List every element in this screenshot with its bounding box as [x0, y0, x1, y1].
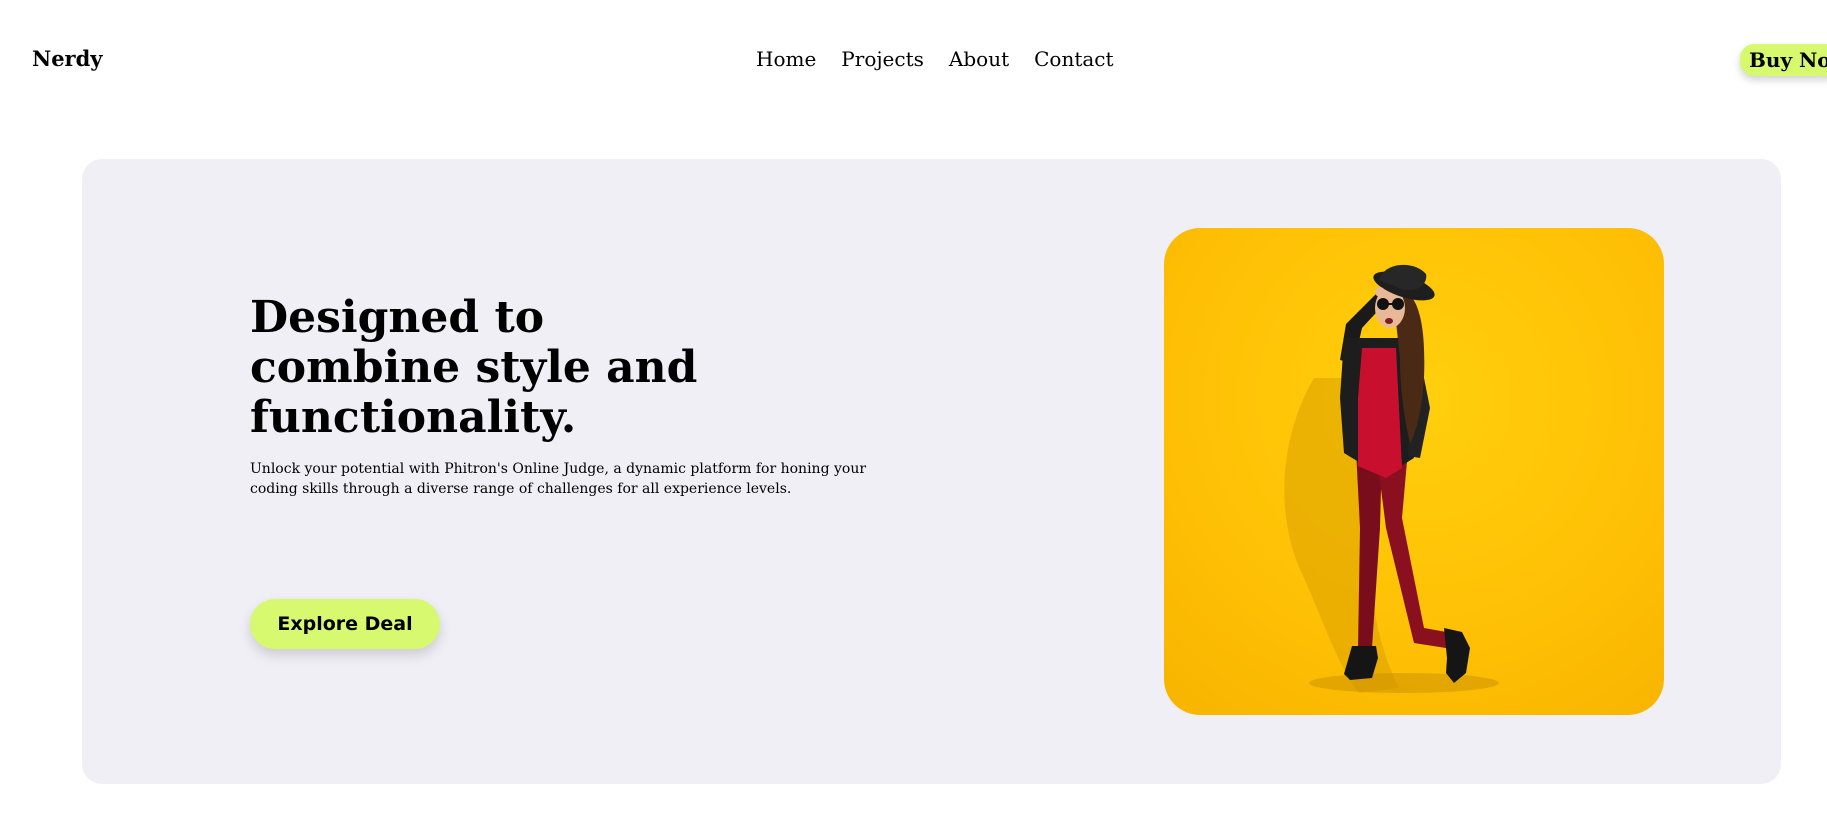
hero-section: Designed to combine style and functional… [82, 159, 1781, 784]
nav-links: Home Projects About Contact [756, 45, 1114, 73]
nav-link-contact[interactable]: Contact [1034, 45, 1113, 73]
explore-deal-button[interactable]: Explore Deal [250, 599, 440, 649]
nav-link-home[interactable]: Home [756, 45, 816, 73]
hero-description: Unlock your potential with Phitron's Onl… [250, 461, 867, 497]
nav-link-about[interactable]: About [949, 45, 1009, 73]
fashion-model-illustration [1284, 264, 1499, 693]
navbar: Nerdy Home Projects About Contact Buy No… [0, 0, 1827, 120]
hero-title: Designed to combine style and functional… [250, 292, 698, 443]
buy-now-button[interactable]: Buy Now [1740, 44, 1827, 76]
hero-image [1164, 228, 1664, 715]
nav-link-projects[interactable]: Projects [841, 45, 924, 73]
brand-logo[interactable]: Nerdy [32, 45, 103, 73]
